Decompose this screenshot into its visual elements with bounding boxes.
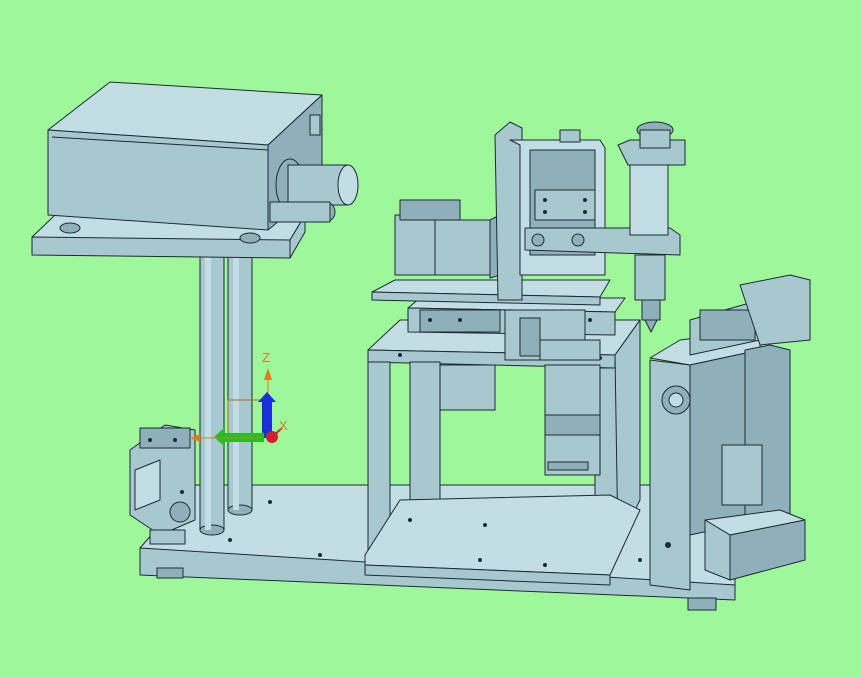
vertical-probe[interactable] <box>617 121 686 333</box>
stepper-motor-lower[interactable] <box>439 364 601 476</box>
assembly-model[interactable]: .p { fill:#a8c8d0; stroke:#1e2a30; strok… <box>0 0 862 673</box>
z-axis-label: Z <box>262 350 270 365</box>
linear-actuator-right[interactable] <box>649 274 811 591</box>
cad-3d-viewport[interactable]: .p { fill:#a8c8d0; stroke:#1e2a30; strok… <box>0 0 862 673</box>
z-arrow-tip <box>264 368 272 380</box>
light-source-box[interactable] <box>47 81 359 231</box>
x-axis-label: X <box>279 418 288 433</box>
